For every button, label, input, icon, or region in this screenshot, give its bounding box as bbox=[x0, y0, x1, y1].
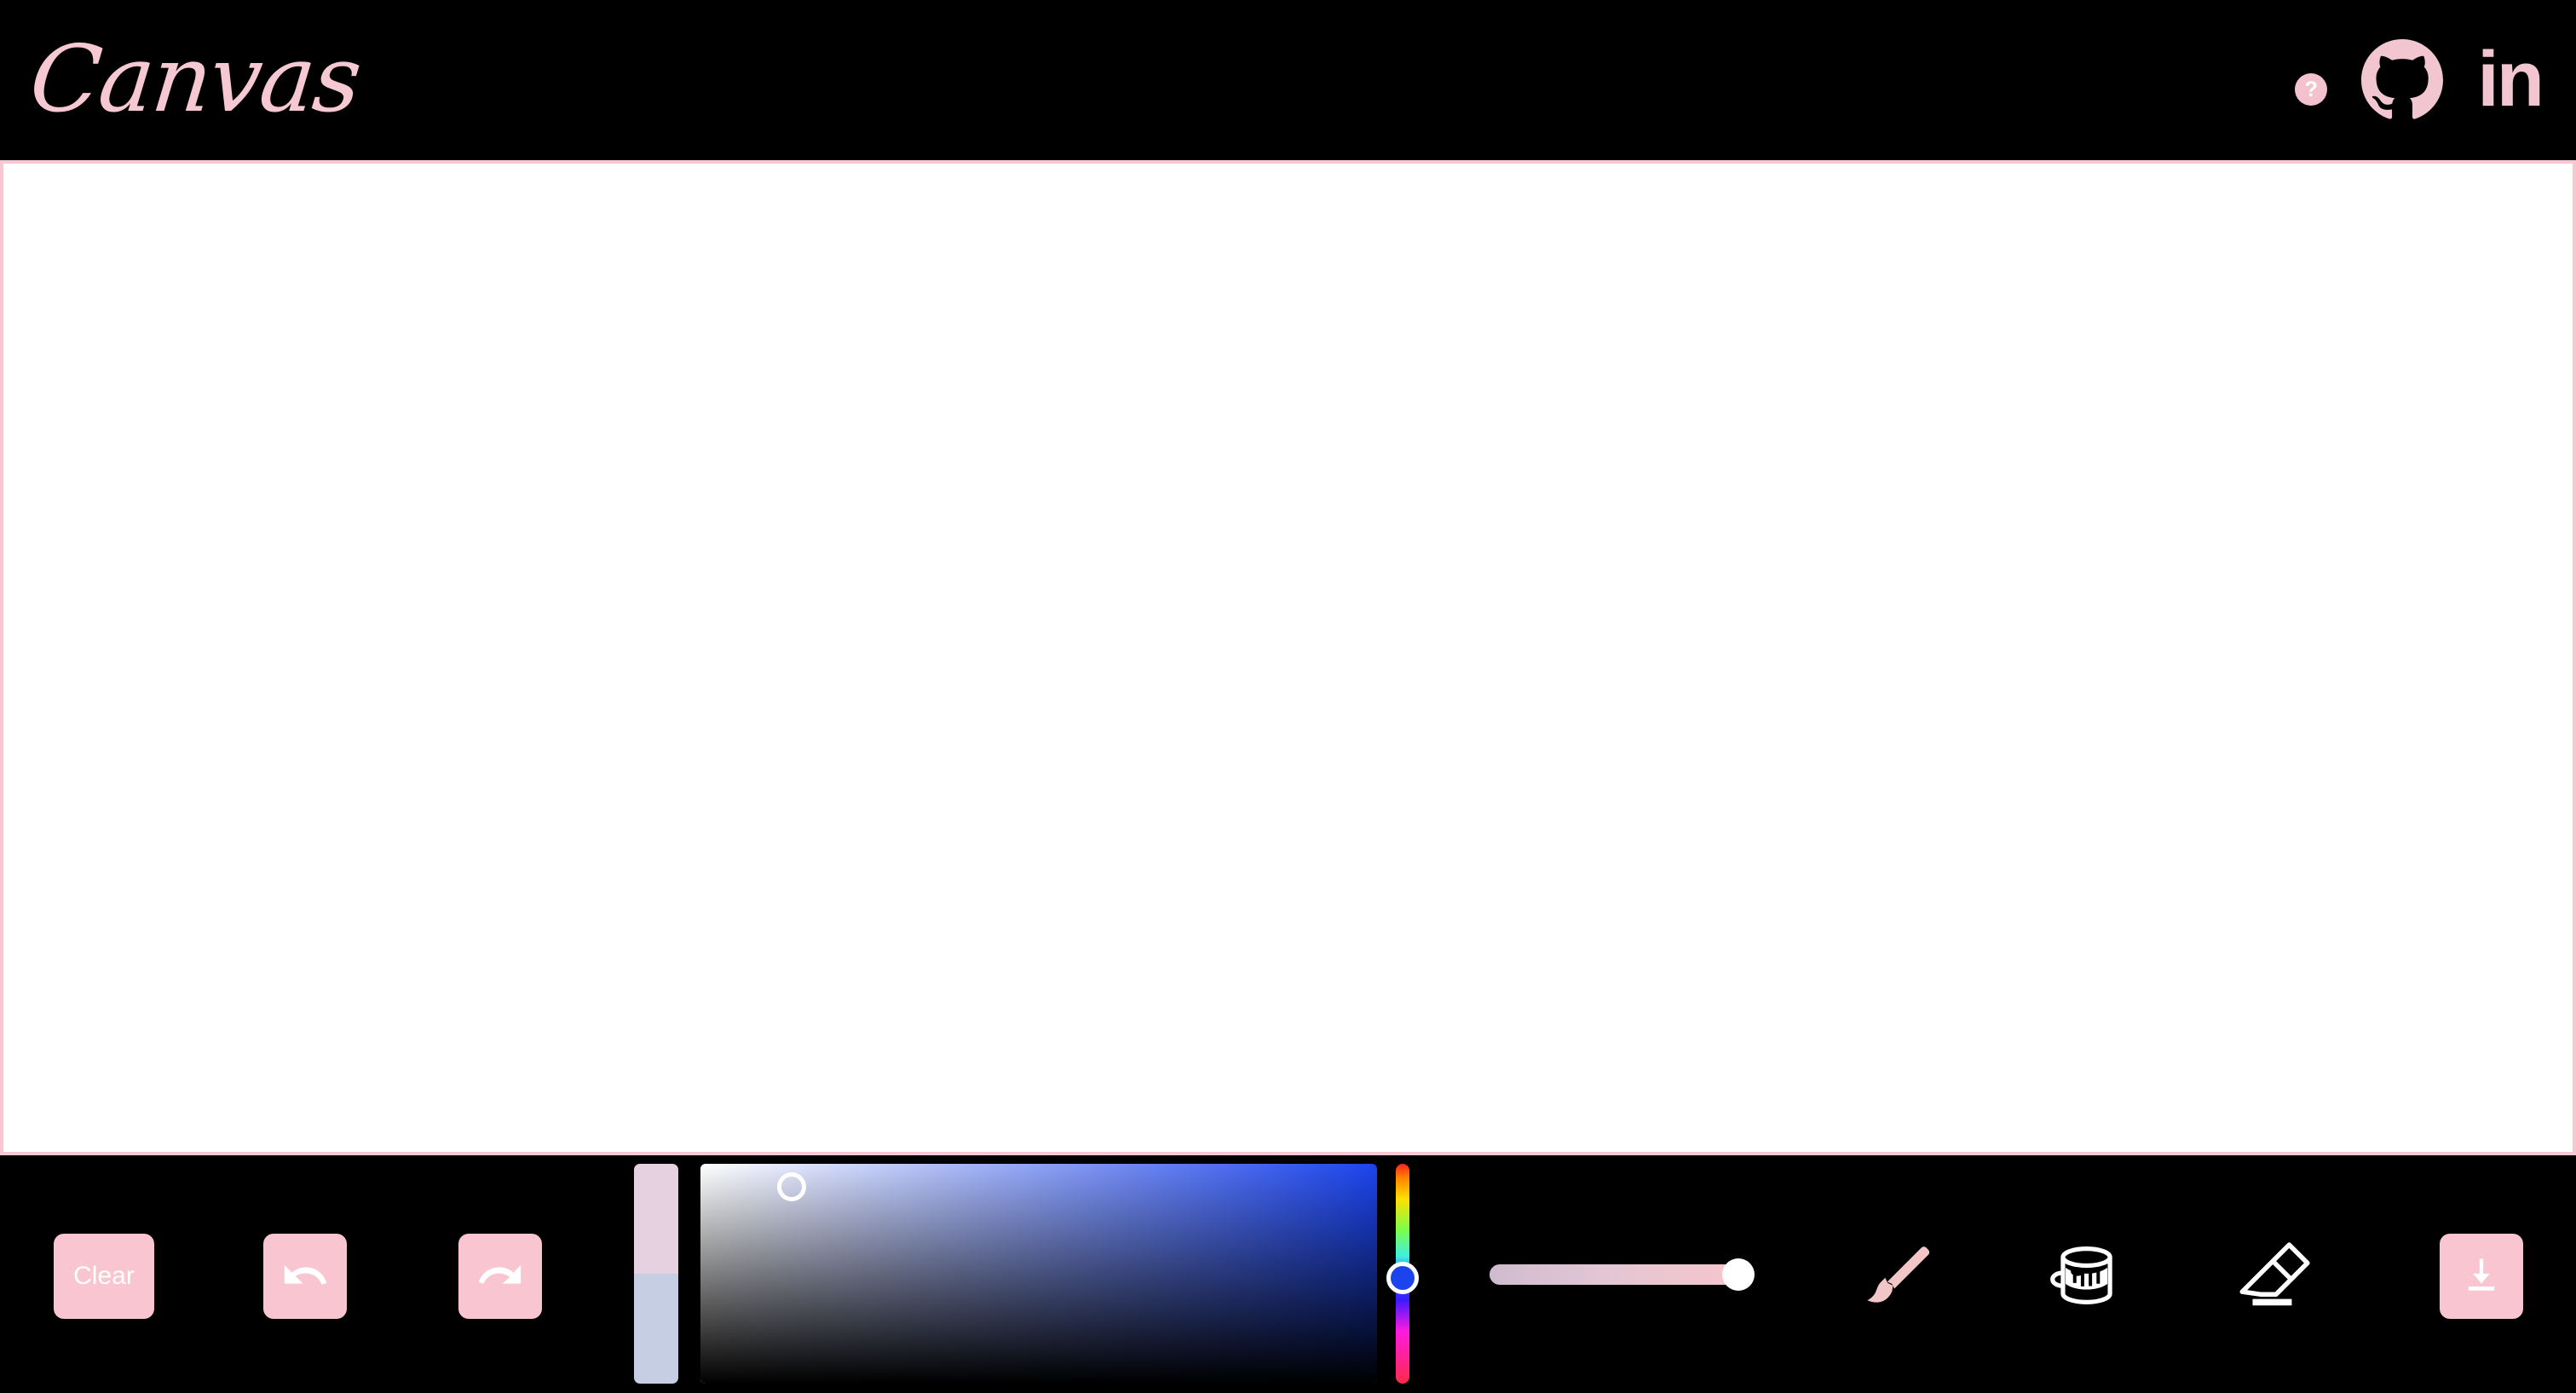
clear-button[interactable]: Clear bbox=[54, 1234, 154, 1319]
help-icon[interactable]: ? bbox=[2295, 73, 2328, 106]
download-button[interactable] bbox=[2440, 1234, 2523, 1319]
app-logo: Canvas bbox=[25, 26, 366, 133]
drawing-canvas[interactable] bbox=[0, 160, 2576, 1155]
saturation-value-panel[interactable] bbox=[700, 1164, 1377, 1384]
download-icon bbox=[2459, 1253, 2504, 1300]
color-preview-swatch[interactable] bbox=[634, 1164, 678, 1384]
github-icon[interactable] bbox=[2361, 39, 2444, 121]
canvas-app: Canvas ? in Clear bbox=[0, 0, 2576, 1393]
undo-button[interactable] bbox=[263, 1234, 347, 1319]
header-icon-group: ? in bbox=[2295, 39, 2544, 121]
bucket-tool[interactable] bbox=[2038, 1230, 2132, 1322]
brush-tool[interactable] bbox=[1849, 1230, 1943, 1322]
linkedin-icon[interactable]: in bbox=[2477, 40, 2544, 119]
hue-slider-thumb[interactable] bbox=[1386, 1262, 1419, 1295]
app-header: Canvas ? in bbox=[0, 0, 2576, 160]
redo-button[interactable] bbox=[458, 1234, 542, 1319]
color-preview-bottom bbox=[634, 1274, 678, 1384]
redo-icon bbox=[475, 1251, 525, 1303]
eraser-icon bbox=[2232, 1234, 2315, 1320]
hue-slider[interactable] bbox=[1386, 1164, 1419, 1384]
brush-size-thumb[interactable] bbox=[1722, 1258, 1755, 1291]
paint-bucket-icon bbox=[2043, 1234, 2127, 1320]
brush-size-slider[interactable] bbox=[1490, 1258, 1755, 1291]
sv-black-overlay bbox=[700, 1164, 1377, 1384]
color-preview-top bbox=[634, 1164, 678, 1274]
eraser-tool[interactable] bbox=[2227, 1230, 2320, 1322]
undo-icon bbox=[280, 1251, 330, 1303]
bottom-toolbar: Clear bbox=[0, 1155, 2576, 1393]
paintbrush-icon bbox=[1854, 1234, 1938, 1320]
